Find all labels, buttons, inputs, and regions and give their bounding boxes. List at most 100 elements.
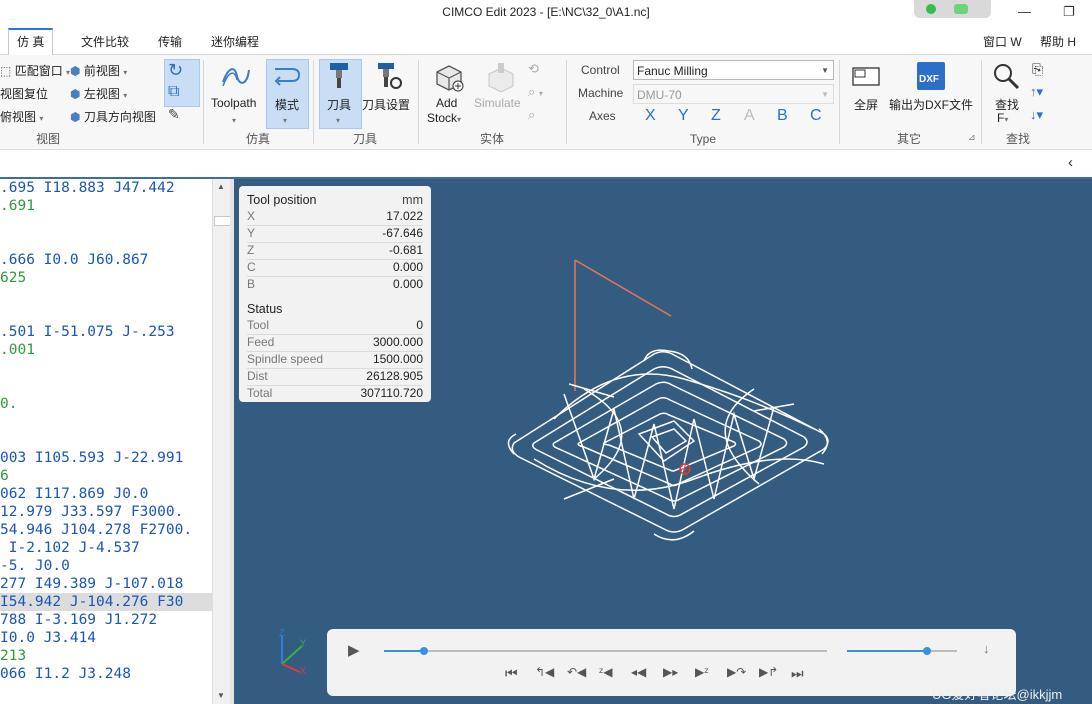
scroll-thumb[interactable] xyxy=(214,216,231,226)
code-line[interactable]: 788 I-3.169 J1.272 xyxy=(0,611,157,629)
stock-option-icon[interactable]: ⟲ xyxy=(528,61,539,77)
code-line[interactable]: .666 I0.0 J60.867 xyxy=(0,251,148,269)
code-line[interactable]: 54.946 J104.278 F2700. xyxy=(0,521,192,539)
axis-x-button[interactable]: X xyxy=(645,107,656,125)
front-view-button[interactable]: ⬢ 前视图 ▾ xyxy=(70,62,127,79)
find-file-icon[interactable]: ⎘ xyxy=(1032,61,1043,78)
stock-zoom-icon[interactable]: ⌕ ▾ xyxy=(528,84,543,100)
find-sub-label[interactable]: F▾ xyxy=(997,111,1008,125)
triad-x-label: X xyxy=(300,666,306,676)
progress-fill xyxy=(384,650,424,652)
mode-button[interactable]: 模式 xyxy=(275,96,299,113)
code-line[interactable]: 0. xyxy=(0,395,17,413)
find-next-tool-icon[interactable]: ↓▾ xyxy=(1030,107,1043,123)
tool-pos-x: X 17.022 xyxy=(247,208,423,226)
speed-track[interactable] xyxy=(847,647,957,655)
control-select[interactable]: Fanuc Milling ▼ xyxy=(633,60,834,80)
axis-b-button[interactable]: B xyxy=(777,107,788,125)
left-view-button[interactable]: ⬢ 左视图 ▾ xyxy=(70,85,127,102)
tab-simulation[interactable]: 仿 真 xyxy=(8,28,54,56)
go-to-start-icon[interactable]: ⏮ xyxy=(505,665,518,682)
export-dxf-button[interactable]: 输出为DXF文件 xyxy=(889,96,973,113)
progress-track[interactable] xyxy=(384,647,827,655)
step-back-z-icon[interactable]: ᶻ◀ xyxy=(599,665,613,679)
code-line[interactable]: 066 I1.2 J3.248 xyxy=(0,665,131,683)
add-stock-button-line2[interactable]: Stock▾ xyxy=(427,111,461,125)
fit-window-button[interactable]: ⬚ 匹配窗口 ▾ xyxy=(0,62,70,79)
axis-a-button[interactable]: A xyxy=(744,107,755,125)
fullscreen-icon xyxy=(851,66,881,91)
step-back-rapid-icon[interactable]: ↶◀ xyxy=(567,665,586,679)
scroll-up-icon[interactable]: ▲ xyxy=(217,182,225,191)
code-scrollbar[interactable]: ▲ ▼ xyxy=(212,179,231,704)
axis-z-button[interactable]: Z xyxy=(711,107,721,125)
stock-section-icon[interactable]: ⌕ xyxy=(528,107,535,123)
axes-label: Axes xyxy=(589,109,616,123)
tool-settings-button[interactable]: 刀具设置 xyxy=(362,96,410,113)
toolpath-icon xyxy=(219,62,253,93)
tab-file-compare[interactable]: 文件比较 xyxy=(73,30,137,54)
toggle-icon[interactable] xyxy=(954,4,968,14)
code-line[interactable]: 625 xyxy=(0,269,26,287)
code-line-current[interactable]: I54.942 J-104.276 F30 xyxy=(0,593,212,611)
code-line[interactable]: 003 I105.593 J-22.991 xyxy=(0,449,183,467)
reset-view-button[interactable]: 视图复位 xyxy=(0,85,48,102)
code-line[interactable]: .695 I18.883 J47.442 xyxy=(0,179,175,197)
status-total: Total 307110.720 xyxy=(247,386,423,400)
code-line[interactable]: 213 xyxy=(0,647,26,665)
fullscreen-button[interactable]: 全屏 xyxy=(854,96,878,113)
collapse-chevron-icon[interactable]: ‹ xyxy=(1068,154,1073,171)
mode-icon xyxy=(272,63,302,92)
tool-button[interactable]: 刀具 xyxy=(327,96,351,113)
tool-pos-z: Z -0.681 xyxy=(247,242,423,260)
step-forward-z-icon[interactable]: ▶ᶻ xyxy=(695,665,709,679)
machine-select[interactable]: DMU-70 ▼ xyxy=(633,84,834,104)
simulate-button[interactable]: Simulate xyxy=(474,96,521,110)
code-line[interactable]: -5. J0.0 xyxy=(0,557,70,575)
play-button[interactable]: ▶ xyxy=(348,641,360,659)
rotate-icon[interactable]: ↻ xyxy=(168,60,183,81)
top-view-button[interactable]: 俯视图 ▾ xyxy=(0,108,43,125)
code-line[interactable]: 062 I117.869 J0.0 xyxy=(0,485,148,503)
code-line[interactable]: 12.979 J33.597 F3000. xyxy=(0,503,183,521)
speed-handle[interactable] xyxy=(923,647,932,655)
tab-transfer[interactable]: 传输 xyxy=(150,30,190,54)
step-back-icon[interactable]: ◂◀ xyxy=(631,665,646,679)
pan-icon[interactable]: ⧉ xyxy=(168,83,179,101)
code-line[interactable]: .691 xyxy=(0,197,35,215)
add-stock-button[interactable]: Add xyxy=(436,96,457,110)
export-dxf-icon: DXF xyxy=(917,62,945,90)
separator xyxy=(418,60,419,144)
status-title: Status xyxy=(247,302,283,316)
restore-button[interactable]: ❐ xyxy=(1063,4,1075,20)
download-arrow-icon[interactable]: ↓ xyxy=(983,641,990,656)
step-back-tool-icon[interactable]: ↰◀ xyxy=(535,665,554,679)
tool-position-title: Tool position mm xyxy=(247,193,423,207)
toolpath-button[interactable]: Toolpath xyxy=(211,96,256,110)
menu-help[interactable]: 帮助 H xyxy=(1032,30,1084,54)
scroll-down-icon[interactable]: ▼ xyxy=(217,691,225,700)
step-forward-tool-icon[interactable]: ▶↱ xyxy=(759,665,778,679)
go-to-end-icon[interactable]: ⏭ xyxy=(791,665,804,682)
code-line[interactable]: I0.0 J3.414 xyxy=(0,629,96,647)
code-line[interactable]: I-2.102 J-4.537 xyxy=(0,539,140,557)
code-line[interactable]: .001 xyxy=(0,341,35,359)
tab-mini-programming[interactable]: 迷你编程 xyxy=(203,30,267,54)
status-tool: Tool 0 xyxy=(247,317,423,335)
find-previous-tool-icon[interactable]: ↑▾ xyxy=(1030,84,1043,100)
menu-window[interactable]: 窗口 W xyxy=(975,30,1030,54)
step-forward-rapid-icon[interactable]: ▶↷ xyxy=(727,665,746,679)
axis-c-button[interactable]: C xyxy=(810,107,822,125)
code-line[interactable]: 277 I49.389 J-107.018 xyxy=(0,575,183,593)
step-forward-icon[interactable]: ▶▸ xyxy=(663,665,678,679)
tool-direction-view-button[interactable]: ⬢ 刀具方向视图 xyxy=(70,108,156,125)
nc-code-editor[interactable]: .695 I18.883 J47.442.691 .666 I0.0 J60.86… xyxy=(0,179,212,704)
progress-handle[interactable] xyxy=(419,647,428,655)
measure-icon[interactable]: ✎ xyxy=(168,106,180,123)
tool-pos-y: Y -67.646 xyxy=(247,225,423,243)
code-line[interactable]: 6 xyxy=(0,467,9,485)
dialog-launcher-icon[interactable]: ⊿ xyxy=(968,132,976,143)
minimize-button[interactable]: — xyxy=(1018,4,1031,19)
code-line[interactable]: .501 I-51.075 J-.253 xyxy=(0,323,175,341)
axis-y-button[interactable]: Y xyxy=(678,107,689,125)
